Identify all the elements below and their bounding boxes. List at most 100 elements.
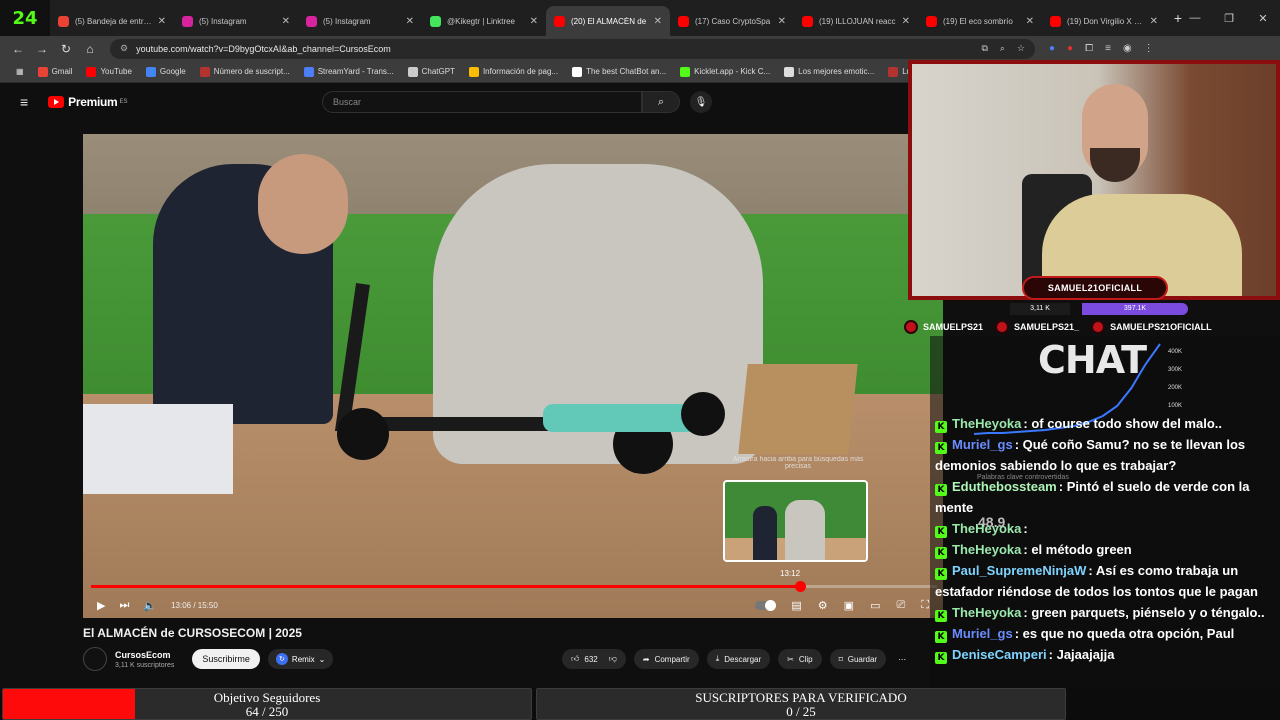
search-icon[interactable]: ⌕ [642, 91, 680, 113]
bookmark-item[interactable]: Google [145, 66, 186, 77]
progress-fill [91, 585, 800, 588]
tab[interactable]: (17) Caso CryptoSpa ✕ [670, 6, 794, 36]
close-tab-icon[interactable]: ✕ [1026, 16, 1034, 27]
close-tab-icon[interactable]: ✕ [158, 16, 166, 27]
close-tab-icon[interactable]: ✕ [530, 16, 538, 27]
menu-icon[interactable]: ⋮ [1144, 43, 1154, 54]
bookmark-item[interactable]: StreamYard - Trans... [303, 66, 394, 77]
tab-label: (19) Don Virgilio X Ca [1067, 16, 1144, 26]
product-box [83, 404, 233, 494]
back-icon[interactable]: ← [6, 42, 30, 56]
miniplayer-icon[interactable]: ▣ [844, 599, 854, 612]
tab[interactable]: (5) Bandeja de entrada ✕ [50, 6, 174, 36]
bookmark-star-icon[interactable]: ☆ [1017, 43, 1025, 54]
autoplay-toggle[interactable] [755, 599, 777, 611]
download-button[interactable]: ⤓ Descargar [706, 649, 771, 669]
address-bar[interactable]: ⚙ youtube.com/watch?v=D9bygOtcxAI&ab_cha… [110, 38, 1035, 59]
subscribe-button[interactable]: Suscribirme [192, 649, 260, 669]
graph-tick: 400K [1168, 349, 1183, 355]
google-icon [145, 66, 156, 77]
install-icon[interactable]: ⧉ [981, 43, 987, 54]
zoom-icon[interactable]: ⌕ [1000, 43, 1005, 54]
bookmark-item[interactable]: YouTube [86, 66, 132, 77]
scrubber-handle[interactable] [794, 581, 806, 592]
apps-grid-icon[interactable]: ▦ [16, 67, 24, 76]
url-text[interactable]: youtube.com/watch?v=D9bygOtcxAI&ab_chann… [136, 44, 981, 54]
channel-avatar[interactable] [83, 647, 107, 671]
tab[interactable]: (19) ILLOJUAN reacc ✕ [794, 6, 918, 36]
close-tab-icon[interactable]: ✕ [1150, 16, 1158, 27]
chat-username[interactable]: Paul_SupremeNinjaW [952, 563, 1086, 578]
menu-icon[interactable]: ≡ [20, 94, 28, 110]
tab[interactable]: (19) El eco sombrío ✕ [918, 6, 1042, 36]
reload-icon[interactable]: ↻ [54, 42, 78, 56]
settings-icon[interactable]: ⚙ [818, 599, 828, 612]
tab[interactable]: (19) Don Virgilio X Ca ✕ [1042, 6, 1166, 36]
bookmark-item[interactable]: Número de suscript... [199, 66, 290, 77]
linktree-icon [430, 15, 441, 27]
tab[interactable]: (20) El ALMACÉN de ✕ [546, 6, 670, 36]
close-tab-icon[interactable]: ✕ [406, 16, 414, 27]
chat-username[interactable]: TheHeyoka [952, 542, 1021, 557]
tab[interactable]: (5) Instagram ✕ [298, 6, 422, 36]
like-button[interactable]: 👍︎ 632 👎︎ [562, 649, 626, 669]
extension-icon[interactable]: ● [1049, 43, 1055, 54]
share-button[interactable]: ➦ Compartir [633, 649, 699, 669]
chat-username[interactable]: Muriel_gs [952, 626, 1013, 641]
tab[interactable]: (5) Instagram ✕ [174, 6, 298, 36]
puzzle-icon[interactable]: ⧠ [1085, 43, 1093, 54]
bookmark-item[interactable]: Kicklet.app - Kick C... [680, 66, 770, 77]
chat-username[interactable]: Muriel_gs [952, 437, 1013, 452]
tab-label: @Kikegtr | Linktree [447, 16, 516, 26]
chat-username[interactable]: DeniseCamperi [952, 647, 1047, 662]
search-input[interactable]: Buscar [322, 91, 642, 113]
kick-badge-icon: K [935, 547, 947, 559]
video-player[interactable]: Arrastra hacia arriba para búsquedas más… [83, 134, 943, 618]
play-icon[interactable]: ▶ [97, 599, 105, 612]
thumbs-down-icon[interactable]: 👎︎ [609, 654, 617, 664]
chat-message: K TheHeyoka: [935, 518, 1275, 539]
video-actions: 👍︎ 632 👎︎ ➦ Compartir ⤓ Descargar ✂ Clip ⌑ G… [562, 649, 910, 669]
close-tab-icon[interactable]: ✕ [902, 16, 910, 27]
chat-username[interactable]: Eduthebossteam [952, 479, 1057, 494]
bookmark-item[interactable]: Los mejores emotic... [784, 66, 874, 77]
cast-icon[interactable]: ⎚ [896, 599, 905, 612]
more-icon[interactable]: ⋯ [894, 649, 910, 669]
close-window-icon[interactable]: ✕ [1246, 12, 1280, 25]
save-button[interactable]: ⌑ Guardar [829, 649, 887, 669]
chat-username[interactable]: TheHeyoka [952, 521, 1021, 536]
bookmark-item[interactable]: Información de pag... [468, 66, 558, 77]
bookmark-item[interactable]: Gmail [37, 66, 72, 77]
bookmark-item[interactable]: ChatGPT [407, 66, 455, 77]
streamyard-icon [303, 66, 314, 77]
volume-icon[interactable]: 🔈 [143, 599, 157, 612]
maximize-icon[interactable]: ❐ [1212, 12, 1246, 25]
microphone-icon[interactable]: 🎙 [690, 91, 712, 113]
close-tab-icon[interactable]: ✕ [654, 16, 662, 27]
channel-name[interactable]: CursosEcom [115, 650, 174, 660]
home-icon[interactable]: ⌂ [78, 42, 102, 56]
extension-icon[interactable]: ● [1067, 43, 1073, 54]
theater-icon[interactable]: ▭ [870, 599, 880, 612]
progress-bar[interactable] [91, 581, 937, 592]
youtube-logo[interactable]: Premium ES [48, 95, 127, 109]
subtitles-icon[interactable]: ▤ [791, 599, 801, 612]
fullscreen-icon[interactable]: ⛶ [921, 599, 929, 612]
minimize-icon[interactable]: — [1178, 12, 1212, 24]
remix-button[interactable]: ↻ Remix ⌄ [267, 649, 334, 669]
media-icon[interactable]: ≡ [1105, 43, 1111, 54]
close-tab-icon[interactable]: ✕ [778, 16, 786, 27]
profile-avatar[interactable]: ◉ [1123, 43, 1132, 54]
video-title: El ALMACÉN de CURSOSECOM | 2025 [83, 626, 302, 640]
kick-badge-icon: K [935, 484, 947, 496]
chat-username[interactable]: TheHeyoka [952, 416, 1021, 431]
chat-username[interactable]: TheHeyoka [952, 605, 1021, 620]
bookmark-item[interactable]: The best ChatBot an... [572, 66, 666, 77]
tab[interactable]: @Kikegtr | Linktree ✕ [422, 6, 546, 36]
site-info-icon[interactable]: ⚙ [120, 43, 128, 54]
clip-button[interactable]: ✂ Clip [778, 649, 822, 669]
next-icon[interactable]: ⏭ [119, 599, 129, 612]
bookmark-label: Número de suscript... [213, 67, 290, 76]
forward-icon[interactable]: → [30, 42, 54, 56]
close-tab-icon[interactable]: ✕ [282, 16, 290, 27]
